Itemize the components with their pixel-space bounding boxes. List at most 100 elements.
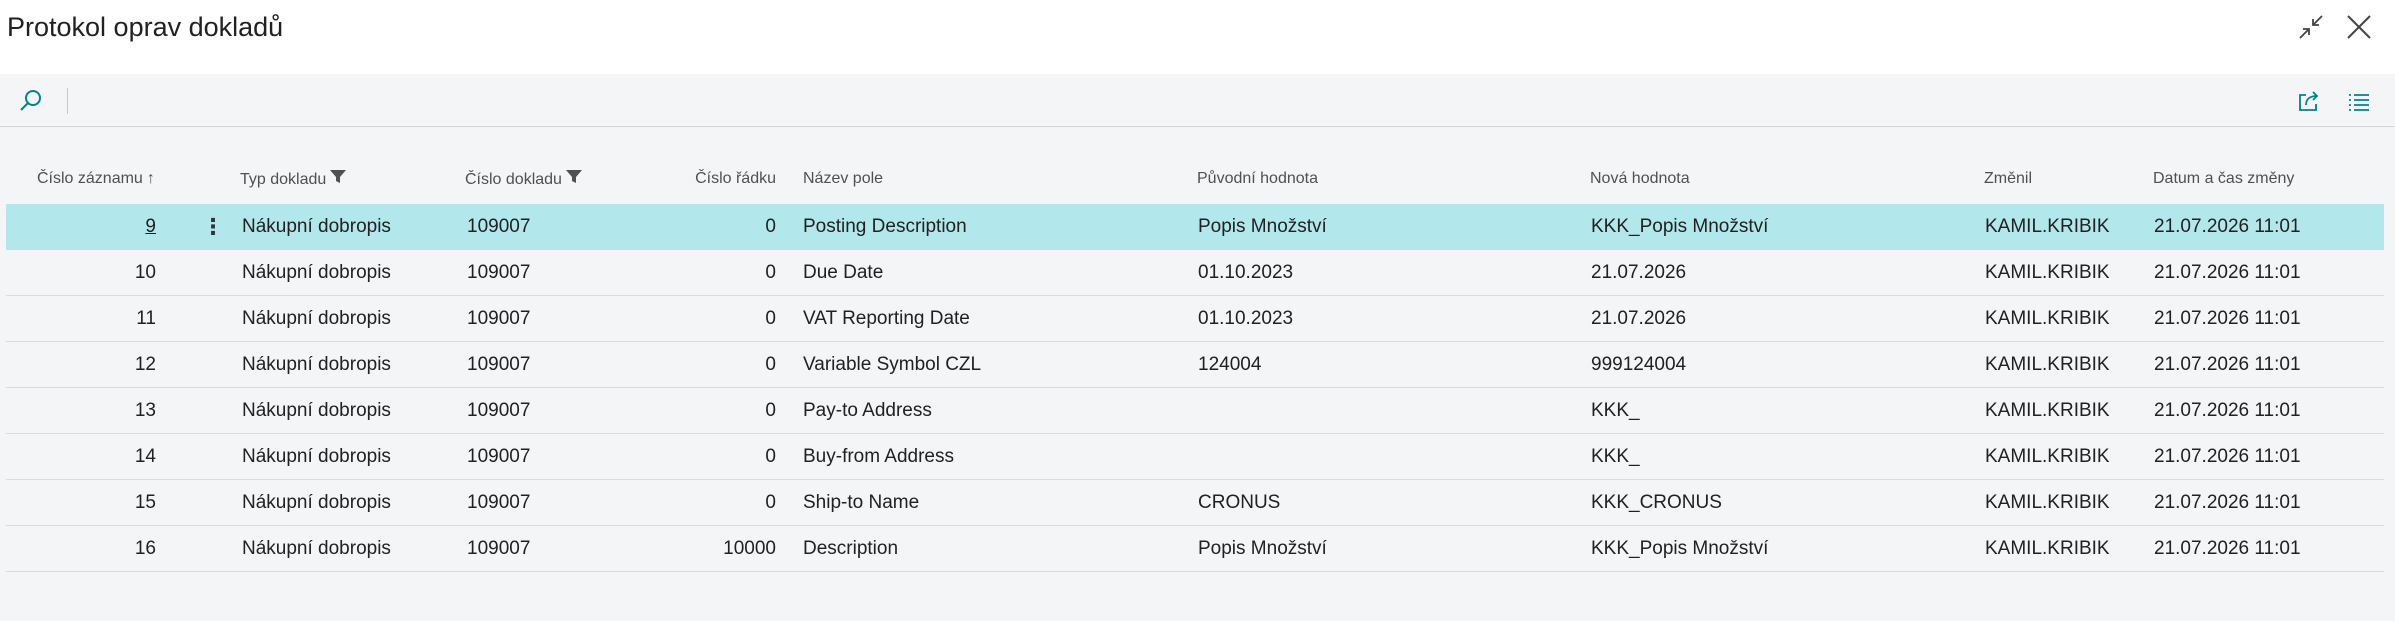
changed-at-cell: 21.07.2026 11:01 [2154, 400, 2301, 421]
line-no-cell: 0 [765, 308, 776, 329]
new-value-cell: KKK_CRONUS [1591, 492, 1722, 513]
doc-no-cell: 109007 [467, 538, 531, 559]
doc-no-cell: 109007 [467, 354, 531, 375]
changed-by-cell: KAMIL.KRIBIK [1985, 216, 2110, 237]
field-name-cell: Ship-to Name [803, 492, 920, 513]
column-header-changed-at[interactable]: Datum a čas změny [2153, 170, 2294, 188]
changed-at-cell: 21.07.2026 11:01 [2154, 262, 2301, 283]
table-row[interactable]: 10 Nákupní dobropis 109007 0 Due Date 01… [6, 250, 2384, 296]
record-no-cell[interactable]: 16 [6, 526, 156, 571]
changed-by-cell: KAMIL.KRIBIK [1985, 354, 2110, 375]
record-no-cell[interactable]: 12 [6, 342, 156, 387]
line-no-cell: 0 [765, 400, 776, 421]
line-no-cell: 0 [765, 216, 776, 237]
row-menu-icon[interactable]: ⋮ [202, 204, 224, 249]
changed-at-cell: 21.07.2026 11:01 [2154, 216, 2301, 237]
old-value-cell: 01.10.2023 [1198, 308, 1294, 329]
line-no-cell: 10000 [723, 538, 776, 559]
doc-type-cell: Nákupní dobropis [242, 262, 391, 283]
line-no-cell: 0 [765, 354, 776, 375]
record-no-cell[interactable]: 11 [6, 296, 156, 341]
field-name-cell: Description [803, 538, 899, 559]
changed-at-cell: 21.07.2026 11:01 [2154, 446, 2301, 467]
old-value-cell: Popis Množství [1198, 538, 1327, 559]
doc-type-cell: Nákupní dobropis [242, 446, 391, 467]
table-row[interactable]: 11 Nákupní dobropis 109007 0 VAT Reporti… [6, 296, 2384, 342]
page-title: Protokol oprav dokladů [7, 12, 284, 42]
doc-no-cell: 109007 [467, 492, 531, 513]
sort-ascending-icon: ↑ [146, 170, 155, 187]
search-icon[interactable] [16, 86, 46, 116]
doc-type-cell: Nákupní dobropis [242, 308, 391, 329]
share-icon[interactable] [2294, 86, 2324, 116]
new-value-cell: KKK_Popis Množství [1591, 538, 1769, 559]
new-value-cell: 21.07.2026 [1591, 262, 1687, 283]
doc-type-cell: Nákupní dobropis [242, 400, 391, 421]
line-no-cell: 0 [765, 262, 776, 283]
table-row[interactable]: 9 ⋮ Nákupní dobropis 109007 0 Posting De… [6, 204, 2384, 250]
changed-by-cell: KAMIL.KRIBIK [1985, 538, 2110, 559]
new-value-cell: 999124004 [1591, 354, 1687, 375]
table-row[interactable]: 16 Nákupní dobropis 109007 10000 Descrip… [6, 526, 2384, 572]
doc-no-cell: 109007 [467, 308, 531, 329]
record-no-cell[interactable]: 13 [6, 388, 156, 433]
doc-type-cell: Nákupní dobropis [242, 216, 391, 237]
close-icon[interactable] [2344, 12, 2374, 42]
column-header-field-name[interactable]: Název pole [803, 170, 883, 188]
changed-by-cell: KAMIL.KRIBIK [1985, 262, 2110, 283]
changed-at-cell: 21.07.2026 11:01 [2154, 492, 2301, 513]
changed-by-cell: KAMIL.KRIBIK [1985, 400, 2110, 421]
changed-by-cell: KAMIL.KRIBIK [1985, 446, 2110, 467]
doc-type-cell: Nákupní dobropis [242, 538, 391, 559]
field-name-cell: Due Date [803, 262, 884, 283]
old-value-cell: 124004 [1198, 354, 1262, 375]
field-name-cell: Buy-from Address [803, 446, 954, 467]
doc-no-cell: 109007 [467, 400, 531, 421]
column-header-line-no[interactable]: Číslo řádku [626, 170, 776, 188]
changed-at-cell: 21.07.2026 11:01 [2154, 538, 2301, 559]
doc-type-cell: Nákupní dobropis [242, 354, 391, 375]
table-row[interactable]: 14 Nákupní dobropis 109007 0 Buy-from Ad… [6, 434, 2384, 480]
new-value-cell: KKK_ [1591, 400, 1640, 421]
column-header-doc-no[interactable]: Číslo dokladu [465, 170, 582, 189]
collapse-icon[interactable] [2296, 12, 2326, 42]
changed-by-cell: KAMIL.KRIBIK [1985, 492, 2110, 513]
changed-at-cell: 21.07.2026 11:01 [2154, 354, 2301, 375]
record-no-cell[interactable]: 14 [6, 434, 156, 479]
field-name-cell: VAT Reporting Date [803, 308, 970, 329]
toolbar-divider [67, 88, 68, 114]
field-name-cell: Variable Symbol CZL [803, 354, 982, 375]
filter-icon [565, 170, 582, 189]
old-value-cell: Popis Množství [1198, 216, 1327, 237]
column-header-changed-by[interactable]: Změnil [1984, 170, 2032, 188]
line-no-cell: 0 [765, 446, 776, 467]
field-name-cell: Posting Description [803, 216, 967, 237]
table-row[interactable]: 13 Nákupní dobropis 109007 0 Pay-to Addr… [6, 388, 2384, 434]
column-header-old-value[interactable]: Původní hodnota [1197, 170, 1318, 188]
new-value-cell: 21.07.2026 [1591, 308, 1687, 329]
filter-icon [330, 170, 347, 189]
changed-at-cell: 21.07.2026 11:01 [2154, 308, 2301, 329]
doc-type-cell: Nákupní dobropis [242, 492, 391, 513]
column-header-doc-type[interactable]: Typ dokladu [240, 170, 347, 189]
record-no-cell[interactable]: 15 [6, 480, 156, 525]
line-no-cell: 0 [765, 492, 776, 513]
old-value-cell: CRONUS [1198, 492, 1281, 513]
doc-no-cell: 109007 [467, 216, 531, 237]
page-header: Protokol oprav dokladů [0, 0, 2395, 74]
old-value-cell: 01.10.2023 [1198, 262, 1294, 283]
doc-no-cell: 109007 [467, 446, 531, 467]
doc-no-cell: 109007 [467, 262, 531, 283]
field-name-cell: Pay-to Address [803, 400, 932, 421]
record-no-cell[interactable]: 10 [6, 250, 156, 295]
new-value-cell: KKK_ [1591, 446, 1640, 467]
record-no-link[interactable]: 9 [6, 204, 156, 249]
changed-by-cell: KAMIL.KRIBIK [1985, 308, 2110, 329]
table-row[interactable]: 15 Nákupní dobropis 109007 0 Ship-to Nam… [6, 480, 2384, 526]
table-row[interactable]: 12 Nákupní dobropis 109007 0 Variable Sy… [6, 342, 2384, 388]
list-view-icon[interactable] [2344, 86, 2374, 116]
new-value-cell: KKK_Popis Množství [1591, 216, 1769, 237]
column-header-record-no[interactable]: Číslo záznamu ↑ [37, 170, 155, 188]
column-header-new-value[interactable]: Nová hodnota [1590, 170, 1690, 188]
action-toolbar [0, 74, 2395, 127]
